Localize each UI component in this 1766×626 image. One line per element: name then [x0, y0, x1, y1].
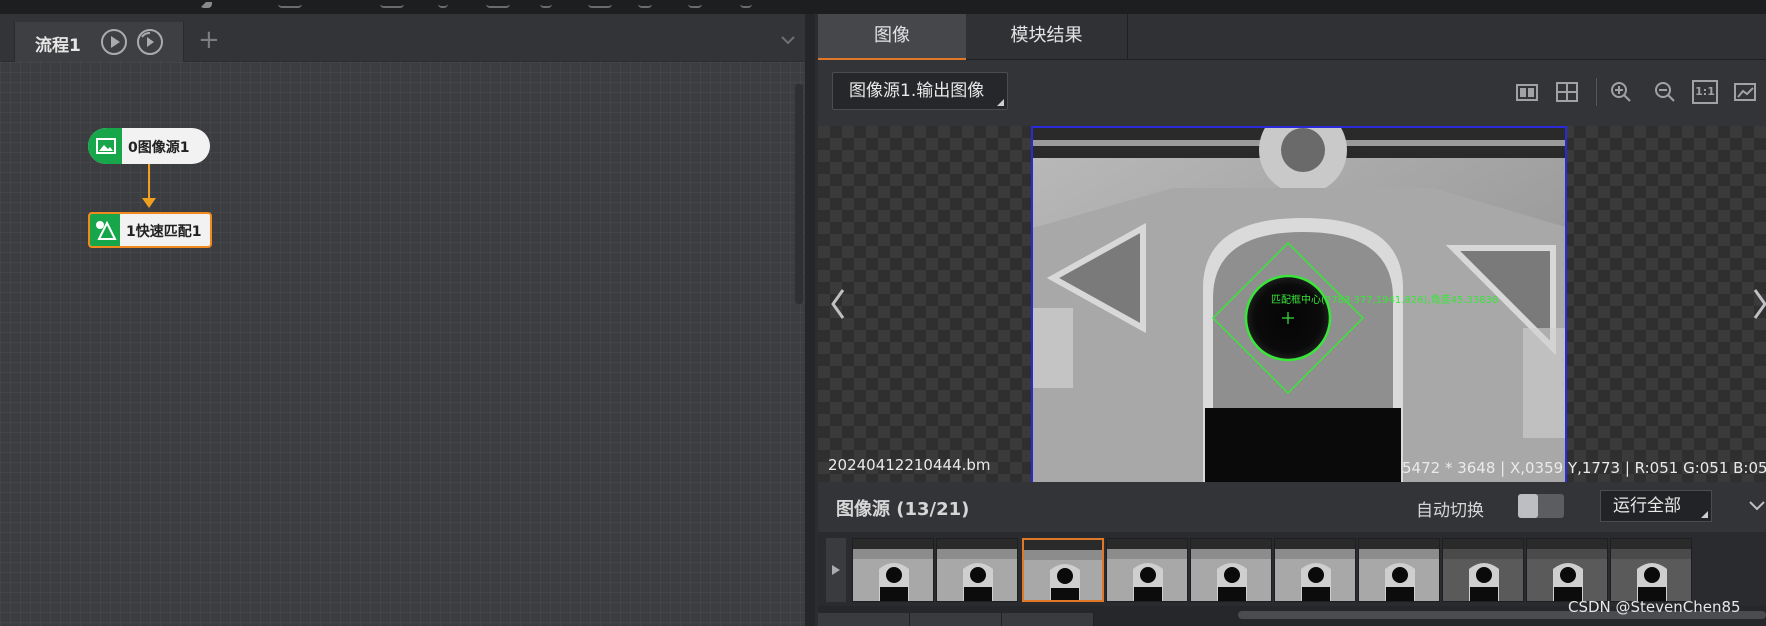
run-loop-button[interactable] [137, 29, 163, 55]
node-label: 1快速匹配1 [126, 224, 202, 240]
flow-tab-label: 流程1 [35, 36, 81, 56]
flow-vertical-scrollbar[interactable] [795, 84, 803, 304]
pixel-info-readout: 5472 * 3648 | X,0359 Y,1773 | R:051 G:05… [1402, 459, 1766, 477]
thumbnail-item[interactable] [1274, 538, 1356, 602]
toolbar-icon[interactable] [540, 0, 552, 8]
thumbnail-strip [818, 532, 1766, 606]
image-toolbar: 图像源1.输出图像 1:1 [818, 60, 1766, 126]
image-source-select[interactable]: 图像源1.输出图像 [832, 72, 1008, 110]
tab-image[interactable]: 图像 [818, 14, 966, 60]
image-filename: 20240412210444.bm [828, 456, 991, 474]
panel-splitter[interactable] [805, 14, 815, 626]
tab-module-results[interactable]: 模块结果 [966, 14, 1128, 60]
dropdown-corner-icon [1701, 511, 1708, 518]
loop-play-icon [141, 32, 154, 47]
thumbnail-strip-expand[interactable] [826, 538, 846, 602]
match-icon [90, 214, 120, 246]
thumbnail-item[interactable] [1022, 538, 1104, 602]
image-source-select-value: 图像源1.输出图像 [849, 81, 985, 101]
top-toolbar-strip [0, 0, 1766, 14]
image-source-title: 图像源 (13/21) [836, 499, 970, 520]
play-small-icon [832, 565, 840, 575]
match-result-label: 匹配框中心(2783.377,1941.826),角度45.33836 [1271, 295, 1499, 306]
chevron-down-icon[interactable] [1748, 496, 1766, 514]
image-viewer[interactable]: 匹配框中心(2783.377,1941.826),角度45.33836 2024… [818, 126, 1766, 482]
actual-size-icon[interactable]: 1:1 [1692, 80, 1718, 104]
toolbar-icon[interactable] [588, 0, 612, 8]
flow-panel: 流程1 + 0图像源1 1快速匹配1 [0, 14, 815, 626]
bottom-tab[interactable] [818, 613, 910, 626]
thumbnail-item[interactable] [1358, 538, 1440, 602]
toolbar-separator [1596, 78, 1597, 106]
inspected-image: 匹配框中心(2783.377,1941.826),角度45.33836 [1031, 126, 1567, 482]
thumbnail-item[interactable] [1106, 538, 1188, 602]
add-flow-button[interactable]: + [198, 27, 220, 53]
toolbar-icon[interactable] [486, 0, 510, 8]
fit-icon[interactable] [1732, 80, 1758, 104]
dropdown-corner-icon [997, 99, 1004, 106]
flow-node-image-source[interactable]: 0图像源1 [88, 128, 210, 164]
previous-image-icon[interactable] [828, 286, 848, 322]
flow-canvas[interactable]: 0图像源1 1快速匹配1 [0, 62, 805, 626]
toolbar-icon[interactable] [638, 0, 652, 8]
thumbnail-item[interactable] [1526, 538, 1608, 602]
flow-tab-bar: 流程1 + [0, 14, 815, 62]
toolbar-icon[interactable] [438, 0, 448, 8]
run-once-button[interactable] [101, 29, 127, 55]
thumbnail-item[interactable] [1190, 538, 1272, 602]
thumbnail-item[interactable] [852, 538, 934, 602]
play-icon [111, 36, 120, 48]
result-tab-bar: 图像 模块结果 [818, 14, 1766, 60]
thumbnail-item[interactable] [1442, 538, 1524, 602]
run-all-select[interactable]: 运行全部 [1600, 490, 1712, 522]
node-label: 0图像源1 [128, 140, 190, 156]
watermark-text: CSDN @StevenChen85 [1568, 598, 1741, 616]
tab-flow-1[interactable]: 流程1 [14, 22, 184, 62]
thumbnail-item[interactable] [1610, 538, 1692, 602]
zoom-out-icon[interactable] [1652, 80, 1678, 104]
toolbar-icon[interactable] [740, 0, 752, 8]
chevron-down-icon[interactable] [780, 32, 796, 48]
auto-switch-label: 自动切换 [1416, 501, 1484, 521]
corner-glyph-icon [200, 0, 212, 8]
bottom-tab[interactable] [910, 613, 1002, 626]
image-panel: 图像 模块结果 图像源1.输出图像 1:1 匹配框中心(2783.377,194… [818, 14, 1766, 626]
next-image-icon[interactable] [1750, 286, 1766, 322]
auto-switch-toggle[interactable] [1518, 494, 1564, 518]
flow-node-quick-match[interactable]: 1快速匹配1 [88, 212, 212, 248]
run-all-select-value: 运行全部 [1613, 496, 1681, 516]
toolbar-icon[interactable] [688, 0, 702, 8]
thumbnail-item[interactable] [936, 538, 1018, 602]
layout-split-icon[interactable] [1514, 80, 1540, 104]
image-icon [88, 128, 122, 164]
flow-connector-arrow [142, 164, 156, 208]
bottom-tab[interactable] [1002, 613, 1094, 626]
image-source-header: 图像源 (13/21) 自动切换 运行全部 [818, 482, 1766, 532]
toolbar-icon[interactable] [380, 0, 404, 8]
crosshair-grid-icon[interactable] [1554, 80, 1580, 104]
zoom-in-icon[interactable] [1608, 80, 1634, 104]
toolbar-icon[interactable] [278, 0, 302, 8]
toggle-knob [1518, 494, 1538, 518]
